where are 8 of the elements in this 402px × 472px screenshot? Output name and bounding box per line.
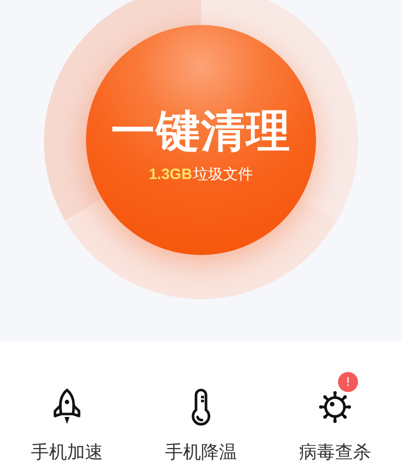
clean-title: 一键清理 <box>111 106 291 158</box>
alert-badge: ! <box>338 372 358 392</box>
junk-label: 垃圾文件 <box>193 165 254 184</box>
tool-button[interactable]: 手机加速 <box>0 366 134 464</box>
tool-button[interactable]: 病毒查杀 ! <box>268 366 402 464</box>
virus-icon <box>317 388 353 426</box>
tool-button[interactable]: 手机降温 <box>134 366 268 464</box>
junk-size: 1.3GB <box>148 166 192 183</box>
